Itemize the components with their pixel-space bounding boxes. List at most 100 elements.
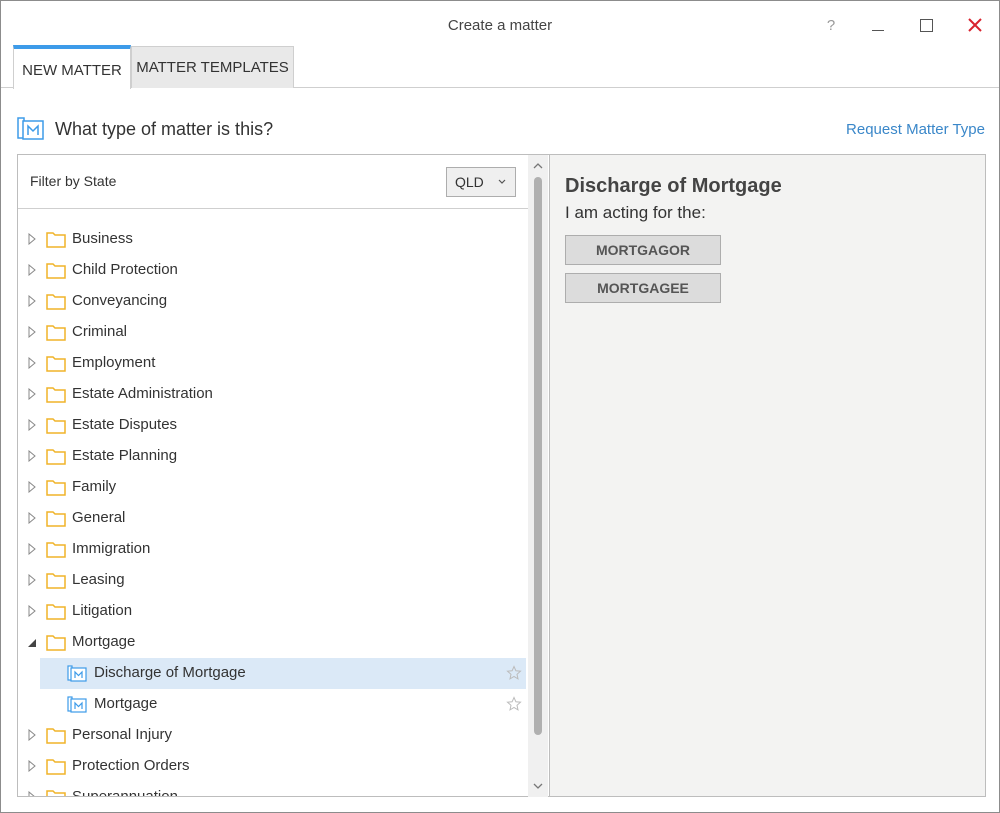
tree-folder-item[interactable]: Child Protection — [18, 255, 528, 286]
maximize-button[interactable] — [906, 9, 946, 41]
folder-icon — [46, 418, 66, 434]
title-bar: Create a matter ? — [1, 1, 999, 45]
tree-folder-item[interactable]: Litigation — [18, 596, 528, 627]
tree-item-label: Employment — [72, 354, 156, 371]
collapsed-arrow-icon[interactable] — [27, 574, 37, 586]
folder-icon — [46, 635, 66, 651]
request-matter-type-link[interactable]: Request Matter Type — [846, 121, 985, 138]
tree-item-label: Child Protection — [72, 261, 178, 278]
collapsed-arrow-icon[interactable] — [27, 295, 37, 307]
matter-type-icon — [67, 665, 87, 682]
minimize-icon — [872, 29, 884, 31]
tree-item-label: Estate Planning — [72, 447, 178, 464]
folder-icon — [46, 232, 66, 248]
tree-item-label: Discharge of Mortgage — [94, 664, 246, 681]
help-button[interactable]: ? — [811, 9, 851, 41]
folder-icon — [46, 573, 66, 589]
tree-item-label: Leasing — [72, 571, 125, 588]
state-select[interactable]: QLD — [446, 167, 516, 197]
minimize-button[interactable] — [858, 9, 898, 41]
tree-item-label: Conveyancing — [72, 292, 168, 309]
tree-item-label: Mortgage — [94, 695, 158, 712]
favorite-star-icon[interactable] — [506, 696, 522, 712]
folder-icon — [46, 790, 66, 796]
tab-new-matter[interactable]: NEW MATTER — [13, 45, 131, 89]
folder-icon — [46, 263, 66, 279]
tree-folder-item[interactable]: Protection Orders — [18, 751, 528, 782]
collapsed-arrow-icon[interactable] — [27, 791, 37, 797]
detail-title: Discharge of Mortgage — [565, 175, 782, 197]
tree-folder-item[interactable]: Superannuation — [18, 782, 528, 797]
collapsed-arrow-icon[interactable] — [27, 357, 37, 369]
tree-item-label: Litigation — [72, 602, 133, 619]
filter-row: Filter by State QLD — [18, 155, 528, 209]
state-select-value: QLD — [455, 174, 484, 190]
tree-item-label: Superannuation — [72, 788, 178, 797]
tree-folder-item[interactable]: Criminal — [18, 317, 528, 348]
collapsed-arrow-icon[interactable] — [27, 543, 37, 555]
tree-folder-item[interactable]: Leasing — [18, 565, 528, 596]
matter-type-tree: Business Child Protection Conveyancing Crim… — [18, 224, 528, 797]
tree-item-label: Mortgage — [72, 633, 136, 650]
tree-item-label: Personal Injury — [72, 726, 173, 743]
tree-folder-item[interactable]: Immigration — [18, 534, 528, 565]
mortgagee-button[interactable]: MORTGAGEE — [565, 273, 721, 303]
collapsed-arrow-icon[interactable] — [27, 233, 37, 245]
expanded-arrow-icon[interactable] — [27, 636, 37, 648]
matter-type-question: What type of matter is this? — [55, 119, 274, 139]
collapsed-arrow-icon[interactable] — [27, 729, 37, 741]
mortgagor-button[interactable]: MORTGAGOR — [565, 235, 721, 265]
matter-type-list-pane: Filter by State QLD Business Child Protec… — [17, 154, 549, 797]
tree-folder-item[interactable]: Estate Disputes — [18, 410, 528, 441]
chevron-down-icon — [498, 179, 506, 184]
folder-icon — [46, 728, 66, 744]
tree-folder-item[interactable]: Employment — [18, 348, 528, 379]
detail-subtitle: I am acting for the: — [565, 203, 706, 222]
collapsed-arrow-icon[interactable] — [27, 481, 37, 493]
matter-type-icon — [67, 696, 87, 713]
tree-folder-item[interactable]: Family — [18, 472, 528, 503]
tree-child-item[interactable]: Discharge of Mortgage — [18, 658, 528, 689]
favorite-star-icon[interactable] — [506, 665, 522, 681]
folder-icon — [46, 759, 66, 775]
tree-folder-item[interactable]: Estate Planning — [18, 441, 528, 472]
tree-folder-item[interactable]: Mortgage — [18, 627, 528, 658]
tree-child-item[interactable]: Mortgage — [18, 689, 528, 720]
tab-bar: NEW MATTER MATTER TEMPLATES — [1, 45, 999, 89]
collapsed-arrow-icon[interactable] — [27, 605, 37, 617]
tree-item-label: Business — [72, 230, 133, 247]
folder-icon — [46, 511, 66, 527]
close-button[interactable] — [955, 9, 995, 41]
tree-folder-item[interactable]: Business — [18, 224, 528, 255]
collapsed-arrow-icon[interactable] — [27, 388, 37, 400]
tree-folder-item[interactable]: General — [18, 503, 528, 534]
folder-icon — [46, 294, 66, 310]
scroll-up-icon[interactable] — [532, 161, 544, 171]
collapsed-arrow-icon[interactable] — [27, 450, 37, 462]
tab-matter-templates[interactable]: MATTER TEMPLATES — [131, 46, 294, 88]
tree-item-label: Estate Administration — [72, 385, 213, 402]
tree-item-label: Estate Disputes — [72, 416, 178, 433]
close-icon — [968, 18, 982, 32]
collapsed-arrow-icon[interactable] — [27, 264, 37, 276]
scroll-down-icon[interactable] — [532, 781, 544, 791]
filter-label: Filter by State — [30, 173, 117, 189]
tree-item-label: Immigration — [72, 540, 151, 557]
scroll-thumb[interactable] — [534, 177, 542, 735]
tree-folder-item[interactable]: Conveyancing — [18, 286, 528, 317]
tree-scrollbar[interactable] — [528, 155, 548, 797]
folder-icon — [46, 387, 66, 403]
folder-icon — [46, 480, 66, 496]
tree-item-label: General — [72, 509, 126, 526]
collapsed-arrow-icon[interactable] — [27, 326, 37, 338]
collapsed-arrow-icon[interactable] — [27, 512, 37, 524]
collapsed-arrow-icon[interactable] — [27, 760, 37, 772]
folder-icon — [46, 449, 66, 465]
tree-folder-item[interactable]: Estate Administration — [18, 379, 528, 410]
matter-detail-pane: Discharge of Mortgage I am acting for th… — [549, 154, 986, 797]
tree-folder-item[interactable]: Personal Injury — [18, 720, 528, 751]
tree-item-label: Protection Orders — [72, 757, 190, 774]
tree-item-label: Criminal — [72, 323, 128, 340]
collapsed-arrow-icon[interactable] — [27, 419, 37, 431]
matter-type-icon — [17, 117, 44, 140]
